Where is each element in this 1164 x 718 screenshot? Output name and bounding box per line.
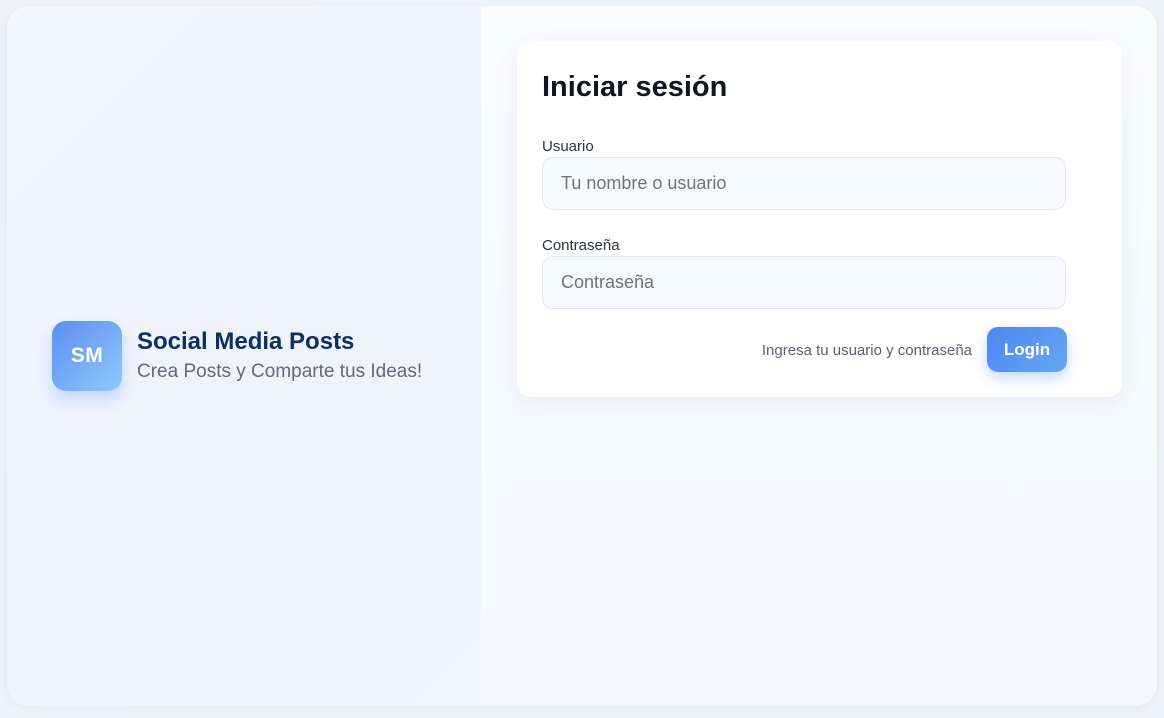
password-input[interactable] xyxy=(542,256,1066,309)
username-label: Usuario xyxy=(542,138,594,155)
brand-text: Social Media Posts Crea Posts y Comparte… xyxy=(137,327,422,385)
login-hint: Ingresa tu usuario y contraseña xyxy=(761,342,972,359)
app-logo: SM xyxy=(52,321,122,391)
login-card: Iniciar sesión Usuario Contraseña Ingres… xyxy=(517,41,1122,397)
login-button[interactable]: Login xyxy=(987,327,1067,372)
brand-panel: SM Social Media Posts Crea Posts y Compa… xyxy=(7,6,481,706)
app-window: SM Social Media Posts Crea Posts y Compa… xyxy=(7,6,1157,706)
username-input[interactable] xyxy=(542,157,1066,210)
password-label: Contraseña xyxy=(542,237,620,254)
login-panel: Iniciar sesión Usuario Contraseña Ingres… xyxy=(481,6,1157,706)
login-title: Iniciar sesión xyxy=(542,71,728,103)
brand: SM Social Media Posts Crea Posts y Compa… xyxy=(52,321,422,391)
app-subtitle: Crea Posts y Comparte tus Ideas! xyxy=(137,361,423,382)
app-title: Social Media Posts xyxy=(137,328,355,355)
